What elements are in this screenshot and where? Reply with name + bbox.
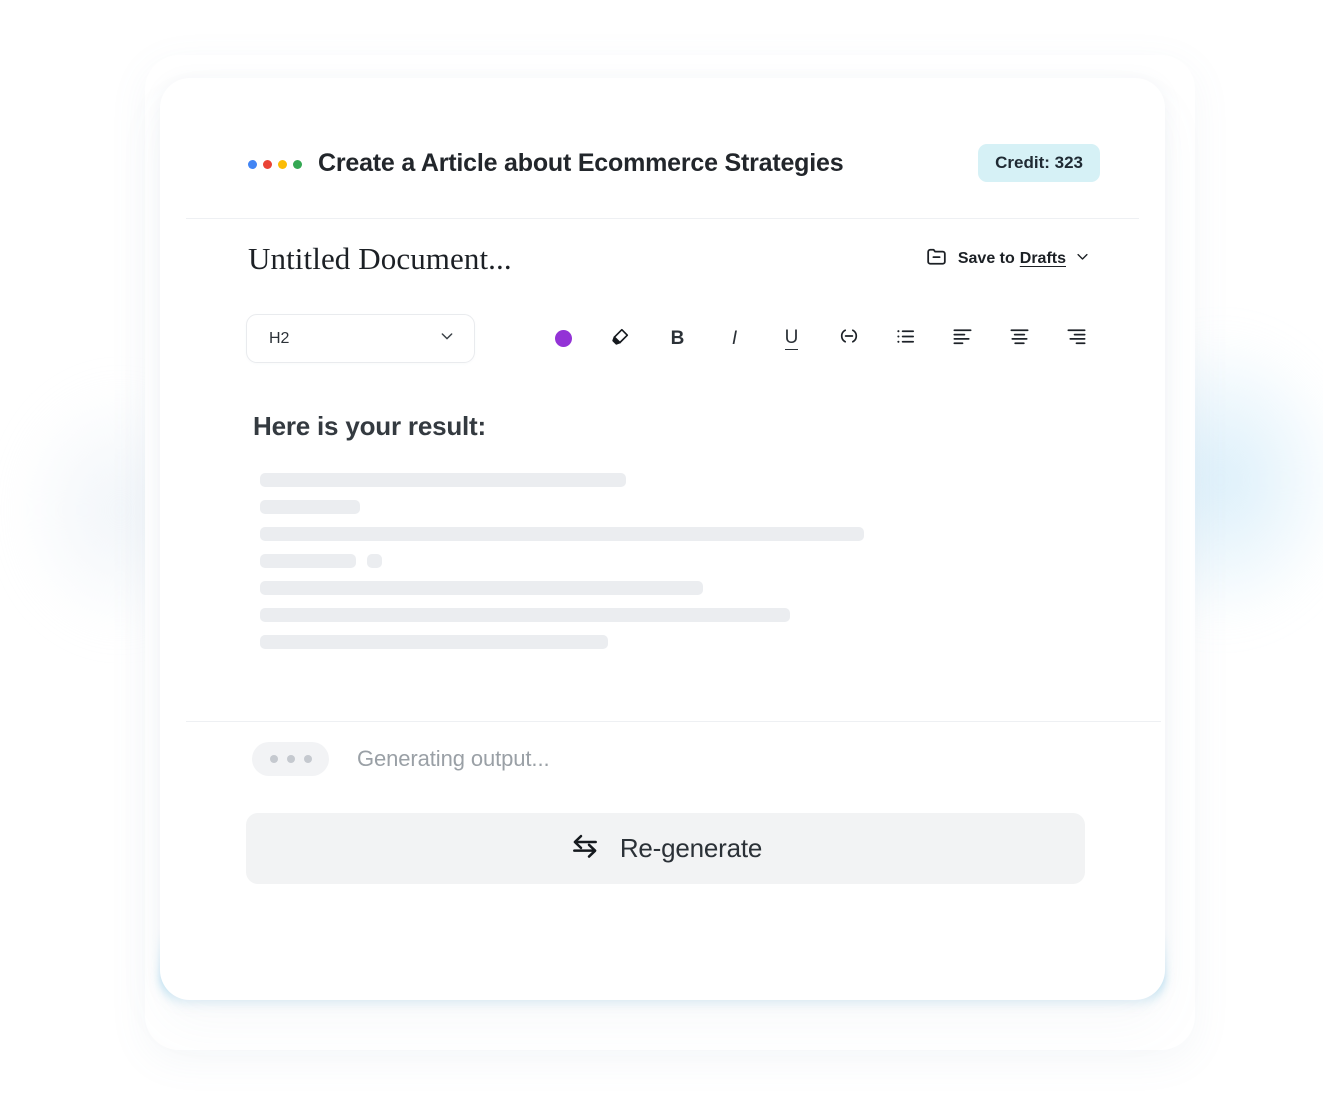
skeleton-row [260,581,1110,595]
document-title-row: Untitled Document... Save to Drafts [248,241,1090,277]
skeleton-row [260,473,1110,487]
chevron-down-icon[interactable] [1075,249,1090,269]
link-button[interactable] [820,319,877,359]
skeleton-row [260,500,1110,514]
align-left-icon [951,325,974,353]
skeleton-bar [260,608,790,622]
four-dots-logo-icon [248,158,302,169]
skeleton-bar [260,554,356,568]
bold-icon: B [670,327,685,349]
generating-status-text: Generating output... [357,746,550,771]
italic-icon: I [731,327,738,349]
formatting-tools: B I U [535,319,1105,359]
regenerate-button-label: Re-generate [619,833,763,863]
header-divider [186,218,1139,219]
skeleton-bar [367,554,382,568]
header-title-group: Create a Article about Ecommerce Strateg… [248,148,844,178]
skeleton-bar [260,527,864,541]
save-target[interactable]: Drafts [1020,250,1066,268]
highlighter-button[interactable] [592,319,649,359]
save-prefix: Save to [957,250,1015,267]
align-right-icon [1065,325,1088,353]
content-divider [186,721,1161,722]
editor-toolbar: H2 B I U [246,314,1105,363]
align-left-button[interactable] [934,319,991,359]
skeleton-bar [260,581,703,595]
swap-arrows-icon [569,830,601,867]
three-dots-typing-icon [252,742,329,776]
credit-badge: Credit: 323 [978,144,1100,182]
card-header: Create a Article about Ecommerce Strateg… [160,78,1165,218]
align-center-icon [1008,325,1031,353]
save-to-drafts-label: Save to Drafts [958,250,1066,268]
align-center-button[interactable] [991,319,1048,359]
skeleton-row [260,635,1110,649]
align-right-button[interactable] [1048,319,1105,359]
bulleted-list-icon [894,325,917,353]
chevron-down-icon [439,328,455,349]
text-color-swatch-button[interactable] [535,319,592,359]
skeleton-row [260,527,1110,541]
style-select-value: H2 [269,329,290,347]
link-icon [837,324,861,353]
bulleted-list-button[interactable] [877,319,934,359]
folder-minus-icon [924,244,949,274]
result-skeleton-placeholder [260,473,1110,662]
editor-card: Create a Article about Ecommerce Strateg… [160,78,1165,1000]
highlighter-pen-icon [609,325,632,353]
result-heading: Here is your result: [253,411,486,441]
skeleton-bar [260,635,608,649]
italic-button[interactable]: I [706,319,763,359]
skeleton-row [260,608,1110,622]
app-screenshot: Create a Article about Ecommerce Strateg… [0,0,1323,1118]
skeleton-row [260,554,1110,568]
underline-icon: U [784,326,799,350]
skeleton-bar [260,500,360,514]
skeleton-bar [260,473,626,487]
save-to-drafts-control[interactable]: Save to Drafts [924,244,1090,274]
bold-button[interactable]: B [649,319,706,359]
document-title[interactable]: Untitled Document... [248,241,512,277]
page-title: Create a Article about Ecommerce Strateg… [318,148,844,177]
underline-button[interactable]: U [763,319,820,359]
style-select[interactable]: H2 [246,314,475,363]
generating-status: Generating output... [252,742,550,776]
color-swatch-icon [555,330,572,347]
regenerate-button[interactable]: Re-generate [246,813,1085,884]
